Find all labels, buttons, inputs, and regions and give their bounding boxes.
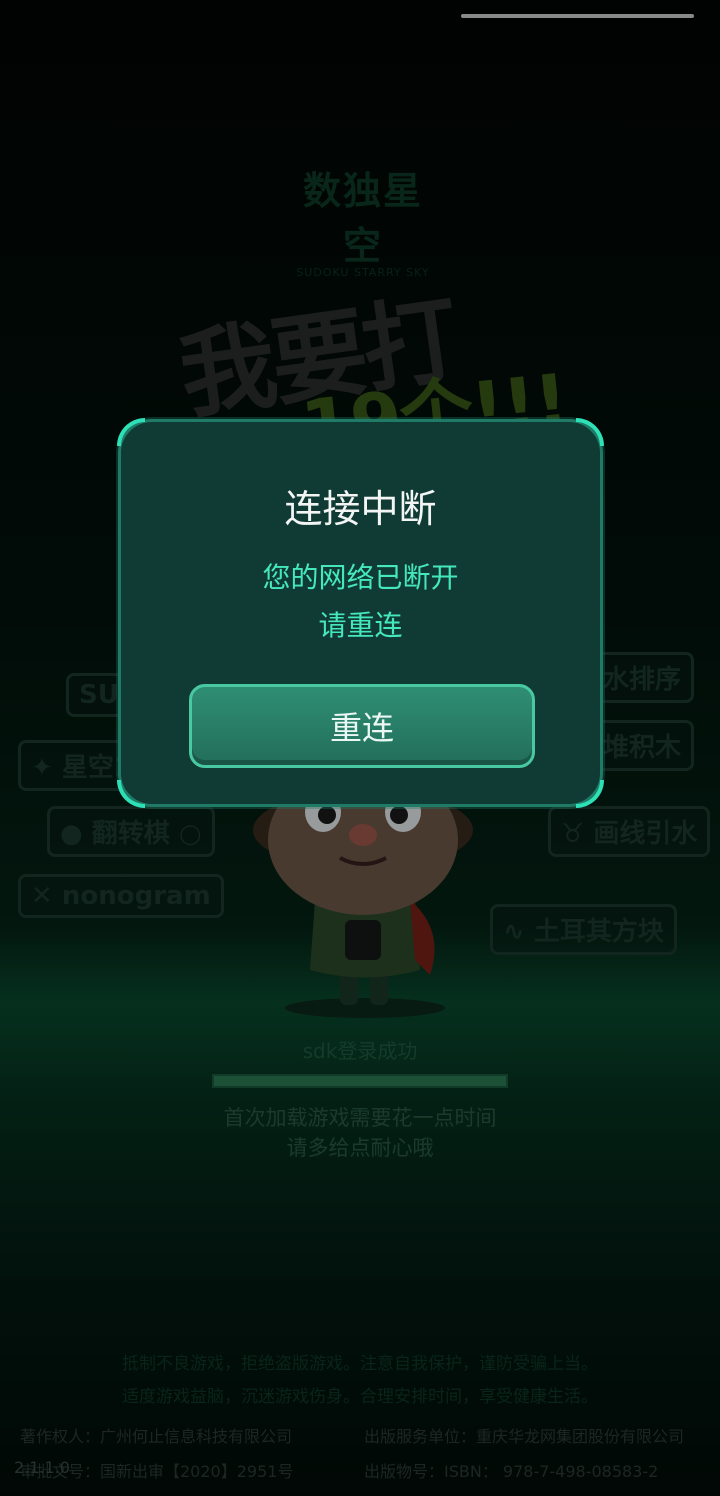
dialog-message-line2: 请重连 [318, 609, 403, 642]
reconnect-button[interactable]: 重连 [189, 684, 535, 768]
connection-lost-dialog: 连接中断 您的网络已断开 请重连 重连 [117, 418, 604, 808]
dialog-message-line1: 您的网络已断开 [262, 561, 459, 594]
dialog-title: 连接中断 [284, 487, 437, 531]
game-loading-screen: 数独星空 SUDOKU STARRY SKY 我要打 19个!!! SUDOKU… [0, 0, 720, 1496]
